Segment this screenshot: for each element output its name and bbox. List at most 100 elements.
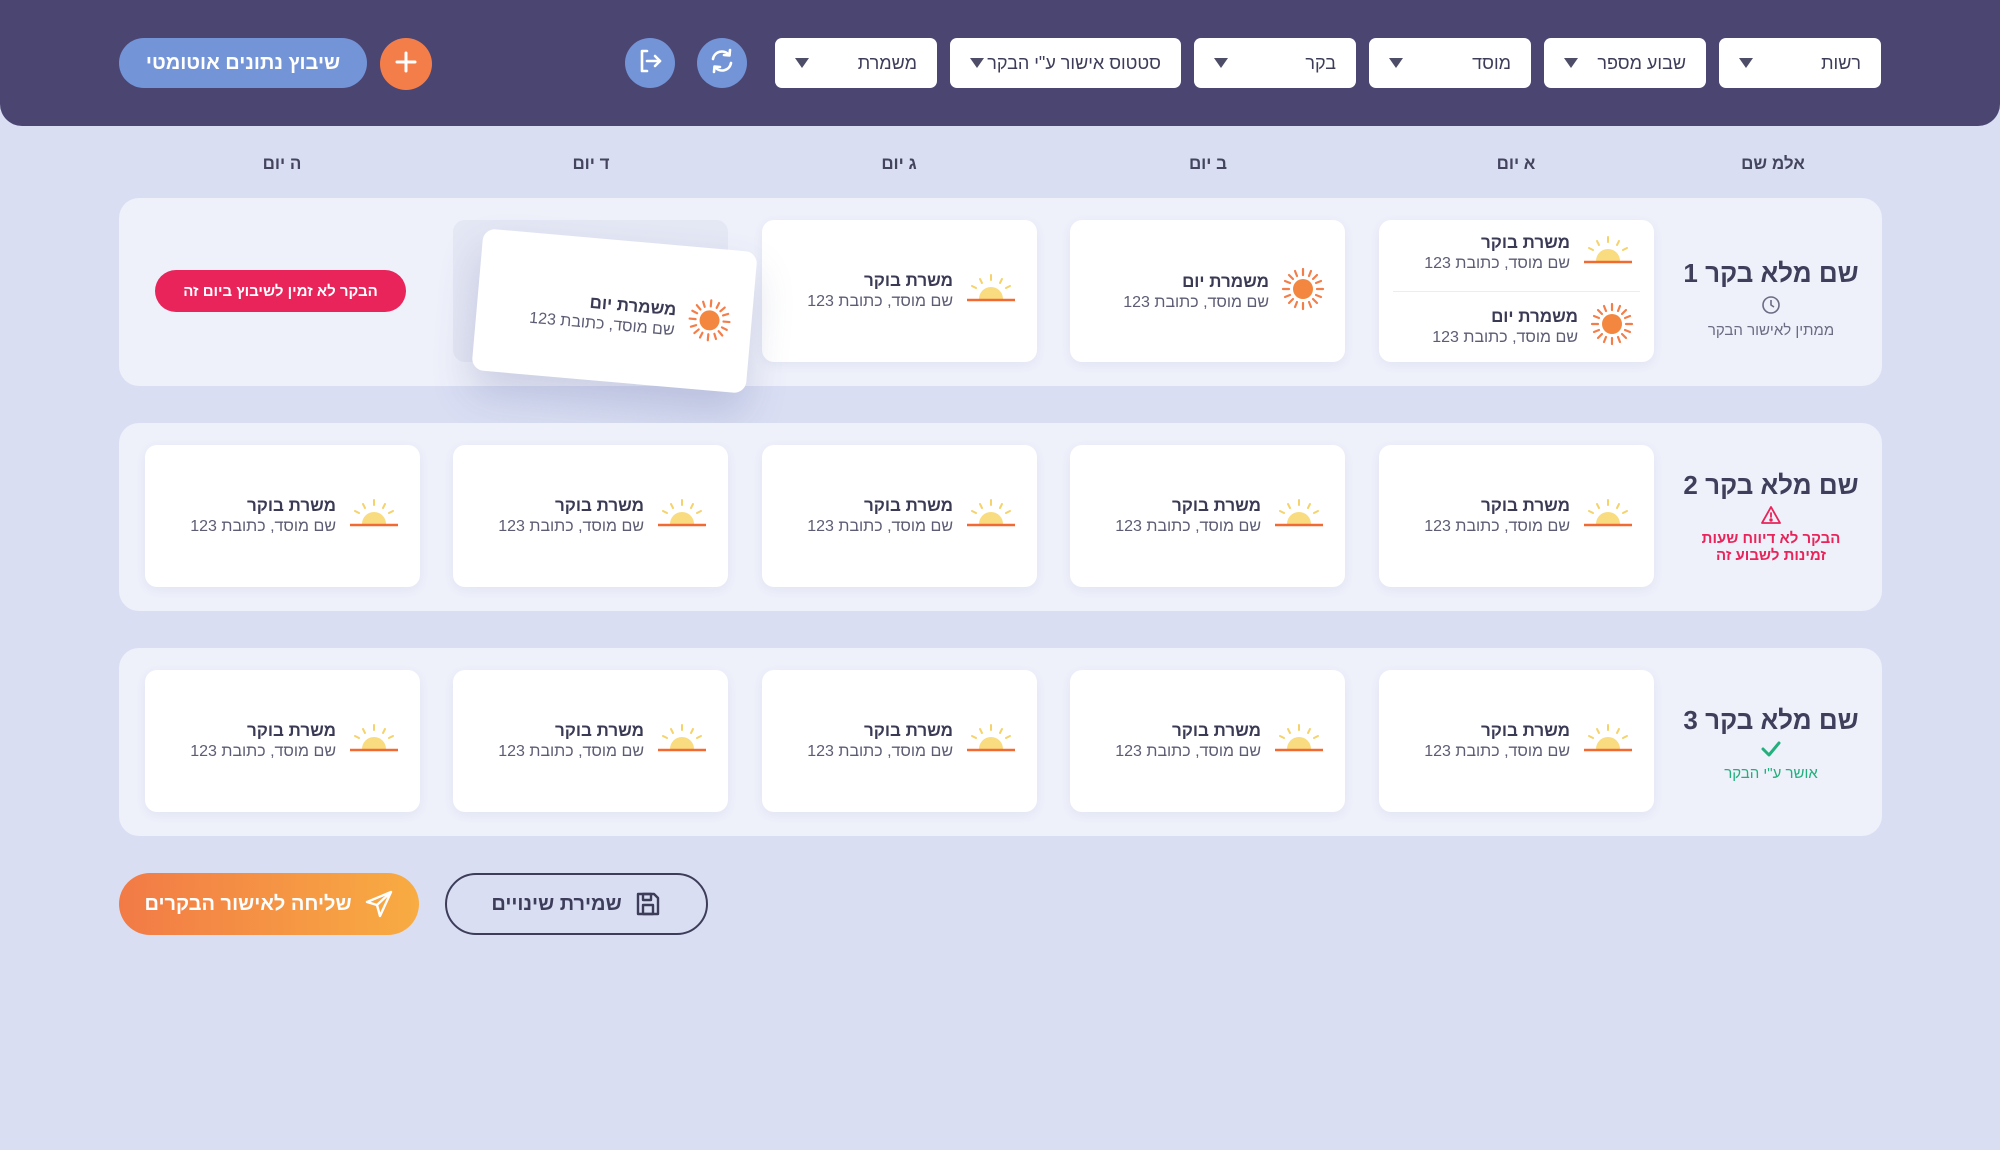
shift-title: משרת בוקר [1480,233,1570,252]
warning-icon [1666,505,1876,530]
filter-authority-dropdown[interactable]: רשות [1719,38,1881,88]
send-for-approval-button[interactable]: שליחה לאישור הבקרים [119,873,419,935]
logout-icon [635,46,665,81]
availability-status-line-2: זמינות לשבוע זה [1716,547,1826,564]
sunrise-icon [656,723,708,760]
shift-entry[interactable]: משמרת יום שם מוסד, כתובת 123 [1123,267,1325,316]
shift-location: שם מוסד, כתובת 123 [1424,518,1570,535]
column-header-day-d: ד יום [572,154,610,173]
inspector-name: שם מלא בקר 1 [1683,258,1859,288]
sunrise-icon [1582,235,1634,272]
approval-status: ממתין לאישור הבקר [1707,322,1835,339]
chevron-down-icon [795,58,809,68]
column-header-day-e: ה יום [262,154,302,173]
shift-entry[interactable]: משרת בוקר שם מוסד, כתובת 123 [807,495,1017,537]
divider [1393,291,1640,292]
shift-card[interactable]: משרת בוקר שם מוסד, כתובת 123 משמרת יום ש… [1379,220,1654,362]
sunrise-icon [1273,498,1325,535]
shift-card[interactable]: משרת בוקר שם מוסד, כתובת 123 [453,670,728,812]
shift-entry[interactable]: משרת בוקר שם מוסד, כתובת 123 [1424,232,1634,274]
shift-location: שם מוסד, כתובת 123 [807,518,953,535]
sun-icon [685,296,733,349]
shift-location: שם מוסד, כתובת 123 [1424,743,1570,760]
refresh-icon [707,46,737,81]
filter-label: סטטוס אישור ע"י הבקר [987,52,1161,73]
clock-icon [1666,295,1876,320]
availability-status-line-1: הבקר לא דיווח שעות [1701,530,1841,547]
shift-title: משרת בוקר [1171,721,1261,740]
shift-location: שם מוסד, כתובת 123 [1123,293,1269,311]
shift-entry[interactable]: משרת בוקר שם מוסד, כתובת 123 [190,495,400,537]
shift-card[interactable]: משרת בוקר שם מוסד, כתובת 123 [762,220,1037,362]
chevron-down-icon [1739,58,1753,68]
filter-label: שבוע מספר [1597,52,1686,73]
filter-label: מוסד [1472,52,1511,73]
auto-schedule-button[interactable]: שיבוץ נתונים אוטומטי [119,38,367,88]
filter-inspector-dropdown[interactable]: בקר [1194,38,1356,88]
shift-location: שם מוסד, כתובת 123 [498,743,644,760]
column-header-name: אלמ שם [1741,154,1805,173]
shift-card[interactable]: משרת בוקר שם מוסד, כתובת 123 [453,445,728,587]
shift-card[interactable]: משרת בוקר שם מוסד, כתובת 123 [145,445,420,587]
shift-location: שם מוסד, כתובת 123 [190,518,336,535]
shift-entry[interactable]: משרת בוקר שם מוסד, כתובת 123 [498,720,708,762]
shift-entry[interactable]: משרת בוקר שם מוסד, כתובת 123 [807,720,1017,762]
shift-entry[interactable]: משרת בוקר שם מוסד, כתובת 123 [190,720,400,762]
shift-entry[interactable]: משרת בוקר שם מוסד, כתובת 123 [498,495,708,537]
shift-card[interactable]: משרת בוקר שם מוסד, כתובת 123 [1379,670,1654,812]
refresh-button[interactable] [697,38,747,88]
shift-card[interactable]: משמרת יום שם מוסד, כתובת 123 [1070,220,1345,362]
shift-card[interactable]: משרת בוקר שם מוסד, כתובת 123 [1379,445,1654,587]
shift-card[interactable]: משרת בוקר שם מוסד, כתובת 123 [145,670,420,812]
column-header-day-c: ג יום [881,154,917,173]
shift-entry[interactable]: משרת בוקר שם מוסד, כתובת 123 [1115,720,1325,762]
sunrise-icon [1582,723,1634,760]
filter-approval-status-dropdown[interactable]: סטטוס אישור ע"י הבקר [950,38,1181,88]
filter-institution-dropdown[interactable]: מוסד [1369,38,1531,88]
top-bar: רשות שבוע מספר מוסד בקר סטטוס אישור ע"י … [0,0,2000,126]
save-label: שמירת שינויים [491,892,622,915]
logout-button[interactable] [625,38,675,88]
shift-location: שם מוסד, כתובת 123 [1115,743,1261,760]
shift-card[interactable]: משרת בוקר שם מוסד, כתובת 123 [1070,445,1345,587]
chevron-down-icon [970,58,984,68]
shift-title: משרת בוקר [246,496,336,515]
shift-card[interactable]: משרת בוקר שם מוסד, כתובת 123 [1070,670,1345,812]
inspector-name: שם מלא בקר 3 [1683,705,1859,735]
add-button[interactable] [380,38,432,90]
column-header-day-a: א יום [1496,154,1536,173]
filter-label: בקר [1305,52,1336,73]
save-changes-button[interactable]: שמירת שינויים [445,873,708,935]
inspector-3-label: שם מלא בקר 3 אושר ע"י הבקר [1666,705,1876,782]
shift-card[interactable]: משרת בוקר שם מוסד, כתובת 123 [762,445,1037,587]
shift-title: משרת בוקר [554,496,644,515]
shift-entry[interactable]: משמרת יום שם מוסד, כתובת 123 [1432,302,1634,351]
shift-card[interactable]: משרת בוקר שם מוסד, כתובת 123 [762,670,1037,812]
filter-week-dropdown[interactable]: שבוע מספר [1544,38,1706,88]
dragging-shift-card[interactable]: משמרת יום שם מוסד, כתובת 123 [471,228,758,394]
shift-title: משרת בוקר [1171,496,1261,515]
save-icon [634,890,662,918]
shift-location: שם מוסד, כתובת 123 [807,743,953,760]
sun-icon [1281,267,1325,316]
shift-location: שם מוסד, כתובת 123 [1424,255,1570,272]
sunrise-icon [965,498,1017,535]
shift-location: שם מוסד, כתובת 123 [1432,328,1578,346]
shift-entry[interactable]: משרת בוקר שם מוסד, כתובת 123 [807,270,1017,312]
filter-label: משמרת [857,52,917,73]
send-label: שליחה לאישור הבקרים [144,892,352,915]
approval-status: אושר ע"י הבקר [1724,765,1818,782]
shift-entry[interactable]: משרת בוקר שם מוסד, כתובת 123 [1424,720,1634,762]
shift-entry[interactable]: משרת בוקר שם מוסד, כתובת 123 [1115,495,1325,537]
sun-icon [1590,302,1634,351]
sunrise-icon [1582,498,1634,535]
chevron-down-icon [1389,58,1403,68]
filter-shift-dropdown[interactable]: משמרת [775,38,937,88]
unavailable-badge: הבקר לא זמין לשיבוץ ביום זה [155,270,406,312]
shift-location: שם מוסד, כתובת 123 [190,743,336,760]
shift-entry[interactable]: משרת בוקר שם מוסד, כתובת 123 [1424,495,1634,537]
shift-entry[interactable]: משמרת יום שם מוסד, כתובת 123 [528,283,733,349]
sunrise-icon [656,498,708,535]
inspector-2-label: שם מלא בקר 2 הבקר לא דיווח שעות זמינות ל… [1666,470,1876,564]
sunrise-icon [1273,723,1325,760]
